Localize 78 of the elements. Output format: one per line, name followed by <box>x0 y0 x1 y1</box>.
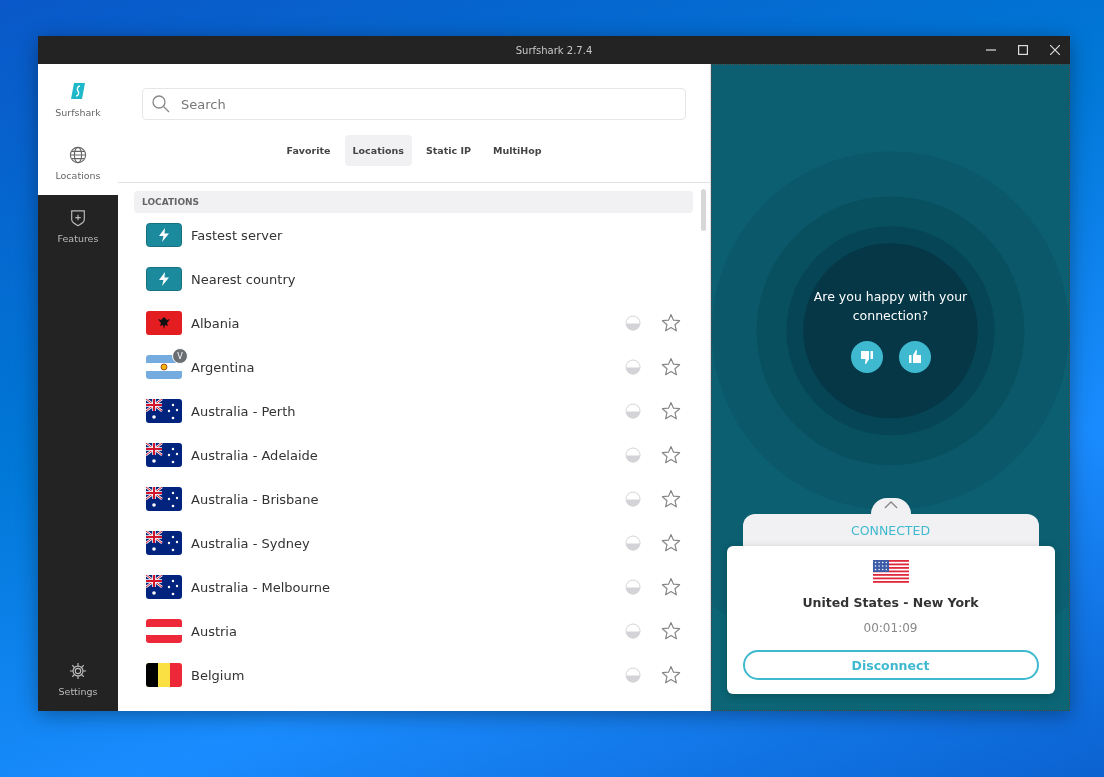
location-name: Australia - Perth <box>191 403 297 419</box>
shield-icon <box>69 209 87 227</box>
load-meter-icon <box>625 315 641 331</box>
thumbs-down-icon <box>858 349 875 365</box>
brand-name: Surfshark <box>55 106 101 118</box>
location-item[interactable]: Australia - Adelaide <box>134 433 693 477</box>
feedback-question: Are you happy with your connection? <box>812 288 969 325</box>
lightning-icon <box>146 223 182 247</box>
location-item[interactable]: V Argentina <box>134 345 693 389</box>
flag-icon <box>146 487 182 511</box>
lightning-icon <box>146 267 182 291</box>
load-meter-icon <box>625 667 641 683</box>
logo-icon <box>71 82 85 99</box>
load-meter-icon <box>625 359 641 375</box>
section-header: LOCATIONS <box>134 191 693 213</box>
sidebar-item[interactable]: Features <box>38 195 118 258</box>
location-item[interactable]: Fastest server <box>134 213 693 257</box>
favorite-star-icon[interactable] <box>661 401 681 421</box>
flag-icon <box>146 575 182 599</box>
thumbs-up-icon <box>906 349 923 365</box>
flag-icon <box>146 443 182 467</box>
load-meter-icon <box>625 403 641 419</box>
connected-location: United States - New York <box>802 595 979 610</box>
favorite-star-icon[interactable] <box>661 577 681 597</box>
location-name: Austria <box>191 623 238 639</box>
search-icon <box>152 95 170 113</box>
filter-tab[interactable]: Favorite <box>278 135 339 166</box>
window-title: Surfshark 2.7.4 <box>515 44 593 56</box>
location-item[interactable]: Australia - Sydney <box>134 521 693 565</box>
location-name: Nearest country <box>191 271 297 287</box>
flag-icon <box>872 560 909 584</box>
location-item[interactable]: Australia - Perth <box>134 389 693 433</box>
badge: V <box>172 348 188 364</box>
connection-timer: 00:01:09 <box>863 621 918 635</box>
sidebar-item[interactable]: Locations <box>38 132 118 195</box>
favorite-star-icon[interactable] <box>661 445 681 465</box>
flag-icon <box>146 311 182 335</box>
location-item[interactable]: Belgium <box>134 653 693 697</box>
close-icon[interactable] <box>1050 45 1060 55</box>
maximize-icon[interactable] <box>1018 45 1028 55</box>
favorite-star-icon[interactable] <box>661 357 681 377</box>
location-item[interactable]: Nearest country <box>134 257 693 301</box>
load-meter-icon <box>625 579 641 595</box>
flag-icon <box>146 399 182 423</box>
sidebar-item[interactable]: Settings <box>38 648 118 711</box>
flag-icon <box>146 663 182 687</box>
location-name: Australia - Adelaide <box>191 447 319 463</box>
favorite-star-icon[interactable] <box>661 665 681 685</box>
location-name: Albania <box>191 315 241 331</box>
globe-icon <box>69 146 87 164</box>
load-meter-icon <box>625 447 641 463</box>
chevron-up-icon <box>883 501 898 509</box>
location-name: Australia - Sydney <box>191 535 311 551</box>
load-meter-icon <box>625 491 641 507</box>
search-field[interactable]: Search <box>142 88 686 120</box>
scrollbar[interactable] <box>701 189 706 231</box>
filter-tab[interactable]: Locations <box>344 135 412 166</box>
favorite-star-icon[interactable] <box>661 533 681 553</box>
favorite-star-icon[interactable] <box>661 313 681 333</box>
settings-icon <box>69 662 87 680</box>
favorite-star-icon[interactable] <box>661 621 681 641</box>
load-meter-icon <box>625 535 641 551</box>
connection-status: CONNECTED <box>850 522 931 538</box>
location-item[interactable]: Austria <box>134 609 693 653</box>
favorite-star-icon[interactable] <box>661 489 681 509</box>
location-name: Australia - Brisbane <box>191 491 320 507</box>
location-name: Belgium <box>191 667 246 683</box>
location-item[interactable]: Australia - Brisbane <box>134 477 693 521</box>
location-name: Argentina <box>191 359 256 375</box>
load-meter-icon <box>625 623 641 639</box>
filter-tab[interactable]: MultiHop <box>484 135 550 166</box>
filter-tab[interactable]: Static IP <box>417 135 479 166</box>
location-name: Fastest server <box>191 227 284 243</box>
location-name: Australia - Melbourne <box>191 579 332 595</box>
location-item[interactable]: Albania <box>134 301 693 345</box>
flag-icon <box>146 619 182 643</box>
flag-icon <box>146 531 182 555</box>
location-item[interactable]: Australia - Melbourne <box>134 565 693 609</box>
